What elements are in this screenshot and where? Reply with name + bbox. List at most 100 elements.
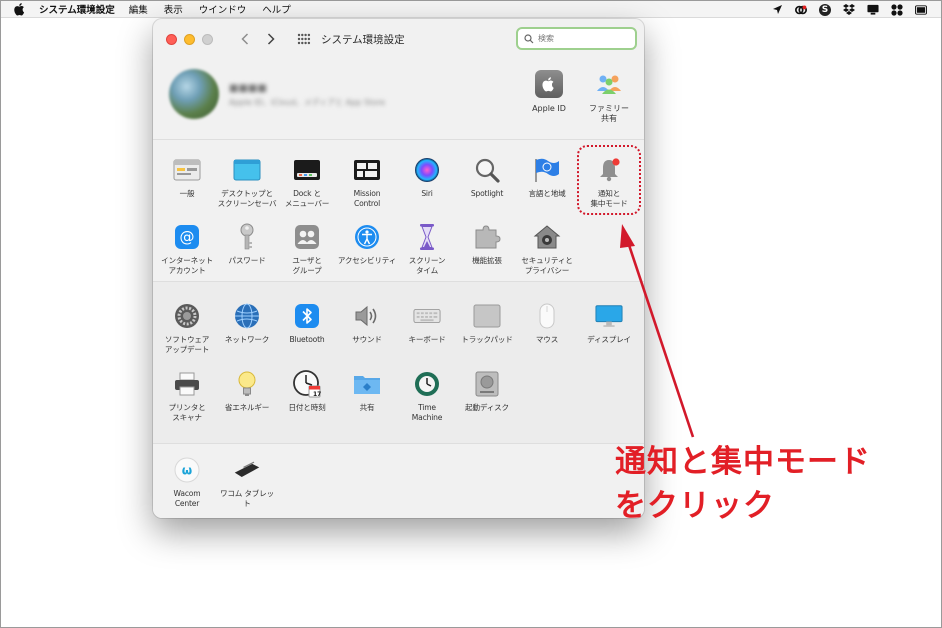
apple-logo-icon xyxy=(535,70,563,98)
back-chevron-icon[interactable] xyxy=(239,32,251,46)
avatar[interactable] xyxy=(169,69,219,119)
pref-accessibility[interactable]: アクセシビリティ xyxy=(337,223,397,266)
pref-time-machine[interactable]: Time Machine xyxy=(397,370,457,423)
menu-view[interactable]: 表示 xyxy=(164,2,183,16)
apple-id-pref[interactable]: Apple ID xyxy=(519,70,579,114)
pref-wacom-tablet[interactable]: ワコム タブレット xyxy=(217,456,277,509)
pref-date-time[interactable]: 17 日付と時刻 xyxy=(277,370,337,413)
pref-label: 日付と時刻 xyxy=(288,403,326,412)
pref-label: Dock と メニューバー xyxy=(284,189,330,208)
pref-label: ソフトウェア アップデート xyxy=(164,335,210,354)
pref-label: Time Machine xyxy=(411,403,443,422)
apple-id-label: Apple ID xyxy=(532,104,566,113)
pref-mission-control[interactable]: Mission Control xyxy=(337,156,397,209)
svg-text:@: @ xyxy=(180,228,195,246)
desktop-icon xyxy=(233,156,261,184)
menu-window[interactable]: ウインドウ xyxy=(199,2,247,16)
minimize-button[interactable] xyxy=(184,33,195,45)
family-icon xyxy=(595,70,623,98)
notification-bell-icon xyxy=(595,156,623,184)
creative-cloud-icon[interactable] xyxy=(795,4,807,16)
third-party-prefs-section: ω Wacom Center ワコム タブレット xyxy=(153,443,644,518)
user-subtitle: Apple ID、iCloud、メディアと App Store xyxy=(229,98,386,107)
pref-network[interactable]: ネットワーク xyxy=(217,302,277,345)
pref-printers-scanners[interactable]: プリンタと スキャナ xyxy=(157,370,217,423)
speaker-icon xyxy=(353,302,381,330)
pref-sound[interactable]: サウンド xyxy=(337,302,397,345)
pref-label: ユーザと グループ xyxy=(292,256,322,275)
printer-icon xyxy=(173,370,201,398)
pref-displays[interactable]: ディスプレイ xyxy=(579,302,639,345)
menu-app-name[interactable]: システム環境設定 xyxy=(39,2,115,16)
search-icon xyxy=(524,33,534,43)
pref-internet-accounts[interactable]: @ インターネット アカウント xyxy=(157,223,217,276)
pref-language-region[interactable]: 言語と地域 xyxy=(517,156,577,199)
pref-users-groups[interactable]: ユーザと グループ xyxy=(277,223,337,276)
search-input[interactable] xyxy=(538,34,633,43)
pref-mouse[interactable]: マウス xyxy=(517,302,577,345)
close-button[interactable] xyxy=(166,33,177,45)
location-arrow-icon[interactable] xyxy=(771,4,783,16)
pref-label: 通知と 集中モード xyxy=(590,189,628,208)
pref-keyboard[interactable]: キーボード xyxy=(397,302,457,345)
mission-control-icon xyxy=(353,156,381,184)
pref-general[interactable]: 一般 xyxy=(157,156,217,199)
tablet-icon xyxy=(233,456,261,484)
language-flag-icon xyxy=(533,156,561,184)
pref-label: スクリーン タイム xyxy=(408,256,446,275)
sharing-folder-icon xyxy=(353,370,381,398)
wacom-icon: ω xyxy=(173,456,201,484)
family-sharing-pref[interactable]: ファミリー 共有 xyxy=(579,70,639,124)
pref-label: 言語と地域 xyxy=(528,189,566,198)
zoom-button[interactable] xyxy=(202,33,213,45)
apple-menu-icon[interactable] xyxy=(13,2,27,16)
pref-energy-saver[interactable]: 省エネルギー xyxy=(217,370,277,413)
search-field[interactable] xyxy=(516,27,637,50)
bluetooth-cluster-icon[interactable] xyxy=(891,3,903,16)
display-icon[interactable] xyxy=(867,4,879,16)
pref-dock-menubar[interactable]: Dock と メニューバー xyxy=(277,156,337,209)
pref-spotlight[interactable]: Spotlight xyxy=(457,156,517,199)
pref-label: 機能拡張 xyxy=(472,256,502,265)
forward-chevron-icon[interactable] xyxy=(265,32,277,46)
hourglass-icon xyxy=(413,223,441,251)
menu-edit[interactable]: 編集 xyxy=(129,2,148,16)
pref-sharing[interactable]: 共有 xyxy=(337,370,397,413)
keyboard-icon xyxy=(413,302,441,330)
svg-text:ω: ω xyxy=(182,464,192,478)
menu-bar: システム環境設定 編集 表示 ウインドウ ヘルプ S xyxy=(1,1,941,18)
pref-extensions[interactable]: 機能拡張 xyxy=(457,223,517,266)
instruction-callout: 通知と集中モード をクリック xyxy=(615,440,915,528)
pref-notifications-focus[interactable]: 通知と 集中モード xyxy=(579,156,639,209)
time-machine-icon xyxy=(413,370,441,398)
personal-prefs-section: 一般 デスクトップと スクリーンセーバ Dock と メニューバー Missio… xyxy=(153,139,644,281)
pref-wacom-center[interactable]: ω Wacom Center xyxy=(157,456,217,509)
accessibility-icon xyxy=(353,223,381,251)
window-title: システム環境設定 xyxy=(321,33,405,46)
pref-label: デスクトップと スクリーンセーバ xyxy=(217,189,277,208)
menu-status-area: S xyxy=(771,1,927,18)
key-icon xyxy=(233,223,261,251)
pref-label: 省エネルギー xyxy=(224,403,270,412)
callout-line-2: をクリック xyxy=(615,488,775,524)
battery-icon[interactable] xyxy=(915,4,927,16)
system-preferences-window: システム環境設定 ■■■■ Apple ID、iCloud、メディアと App … xyxy=(153,19,644,518)
pref-screen-time[interactable]: スクリーン タイム xyxy=(397,223,457,276)
show-all-grid-icon[interactable] xyxy=(297,32,311,46)
dropbox-icon[interactable] xyxy=(843,4,855,16)
pref-desktop-screensaver[interactable]: デスクトップと スクリーンセーバ xyxy=(217,156,277,209)
pref-passwords[interactable]: パスワード xyxy=(217,223,277,266)
user-name: ■■■■ xyxy=(229,83,267,94)
pref-security-privacy[interactable]: セキュリティと プライバシー xyxy=(517,223,577,276)
pref-bluetooth[interactable]: Bluetooth xyxy=(277,302,337,345)
pref-software-update[interactable]: ソフトウェア アップデート xyxy=(157,302,217,355)
trackpad-icon xyxy=(473,302,501,330)
pref-trackpad[interactable]: トラックパッド xyxy=(457,302,517,345)
window-toolbar: システム環境設定 xyxy=(153,19,644,59)
display-icon xyxy=(595,302,623,330)
pref-startup-disk[interactable]: 起動ディスク xyxy=(457,370,517,413)
menu-help[interactable]: ヘルプ xyxy=(262,2,291,16)
skype-icon[interactable]: S xyxy=(819,3,831,16)
lightbulb-icon xyxy=(233,370,261,398)
pref-siri[interactable]: Siri xyxy=(397,156,457,199)
